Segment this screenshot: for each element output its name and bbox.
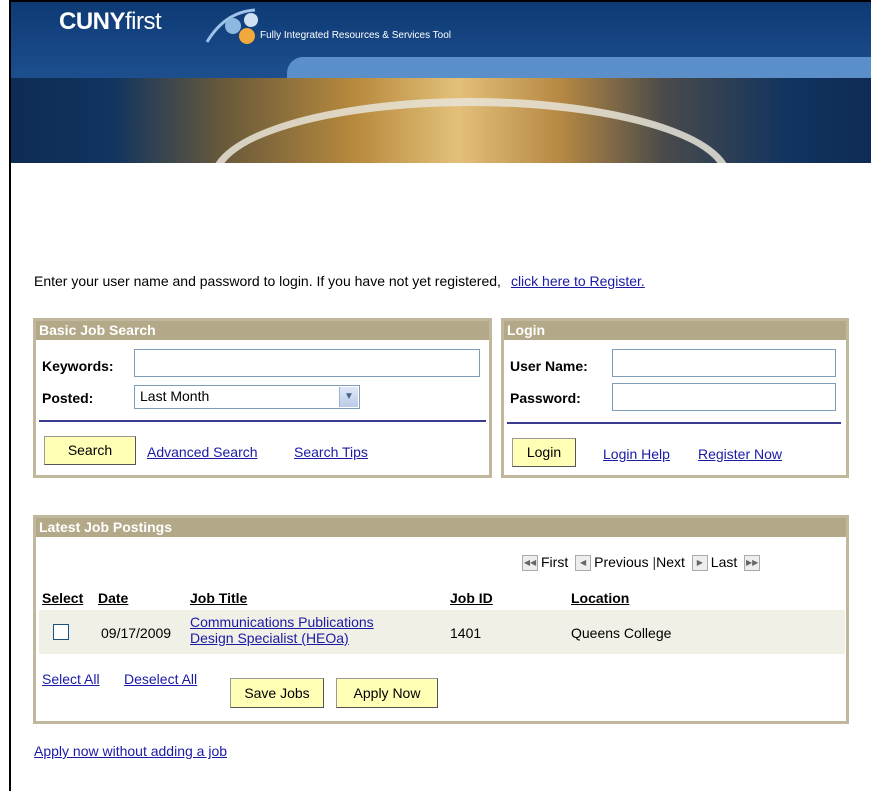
login-button[interactable]: Login <box>512 438 576 467</box>
job-title-line-2[interactable]: Design Specialist (HEOa) <box>190 630 349 646</box>
search-tips-link[interactable]: Search Tips <box>294 444 368 460</box>
posted-selected-value: Last Month <box>140 388 210 404</box>
job-postings-title: Latest Job Postings <box>36 518 846 537</box>
row-location: Queens College <box>571 625 672 641</box>
login-panel: Login User Name: Password: Login Login H… <box>501 318 849 478</box>
first-page-icon[interactable]: ◀◀ <box>522 555 538 572</box>
header-banner: CUNYfirst Fully Integrated Resources & S… <box>11 2 871 163</box>
last-page-icon[interactable]: ▶▶ <box>744 555 761 572</box>
tagline: Fully Integrated Resources & Services To… <box>260 30 452 41</box>
deselect-all-link[interactable]: Deselect All <box>124 671 197 687</box>
next-page-icon[interactable]: ▶ <box>691 555 708 572</box>
apply-now-button[interactable]: Apply Now <box>336 678 438 708</box>
column-location[interactable]: Location <box>571 590 629 606</box>
table-row: 09/17/2009 Communications Publications D… <box>39 610 845 654</box>
keywords-input[interactable] <box>134 349 480 377</box>
column-job-title[interactable]: Job Title <box>190 590 247 606</box>
job-search-title: Basic Job Search <box>36 321 489 340</box>
logo-orbs-icon <box>205 8 258 44</box>
username-input[interactable] <box>612 349 836 377</box>
first-link[interactable]: First <box>541 554 568 570</box>
cunyfirst-logo: CUNYfirst <box>59 8 162 35</box>
posted-label: Posted: <box>42 390 94 406</box>
job-postings-panel: Latest Job Postings ◀◀ First ◀ Previous |N… <box>33 515 849 724</box>
column-job-id[interactable]: Job ID <box>450 590 493 606</box>
search-button[interactable]: Search <box>44 436 136 465</box>
column-select[interactable]: Select <box>42 590 83 606</box>
chevron-down-icon[interactable]: ▼ <box>339 387 358 407</box>
intro-message: Enter your user name and password to log… <box>34 273 501 289</box>
job-title-line-1[interactable]: Communications Publications <box>190 614 374 630</box>
keywords-label: Keywords: <box>42 358 114 374</box>
row-select-checkbox[interactable] <box>53 624 69 640</box>
select-all-link[interactable]: Select All <box>42 671 100 687</box>
posted-select[interactable]: Last Month ▼ <box>134 385 360 409</box>
dome-arc <box>211 98 731 163</box>
job-search-panel: Basic Job Search Keywords: Posted: Last … <box>33 318 492 478</box>
job-title-link[interactable]: Communications Publications Design Speci… <box>190 614 374 646</box>
intro-text: Enter your user name and password to log… <box>34 273 645 289</box>
register-now-link[interactable]: Register Now <box>698 446 782 462</box>
apply-without-job-link[interactable]: Apply now without adding a job <box>34 743 227 759</box>
previous-link[interactable]: Previous <box>594 554 648 570</box>
divider <box>39 420 486 422</box>
banner-accent-bar <box>287 57 871 79</box>
login-help-link[interactable]: Login Help <box>603 446 670 462</box>
row-job-id: 1401 <box>450 625 482 641</box>
password-label: Password: <box>510 390 581 406</box>
save-jobs-button[interactable]: Save Jobs <box>230 678 324 708</box>
username-label: User Name: <box>510 358 588 374</box>
column-date[interactable]: Date <box>98 590 128 606</box>
register-link[interactable]: click here to Register. <box>511 273 645 289</box>
last-link[interactable]: Last <box>711 554 737 570</box>
advanced-search-link[interactable]: Advanced Search <box>147 444 258 460</box>
dome-banner-image <box>11 78 871 163</box>
previous-page-icon[interactable]: ◀ <box>575 555 592 572</box>
row-date: 09/17/2009 <box>101 625 172 641</box>
pagination: ◀◀ First ◀ Previous |Next ▶ Last ▶▶ <box>519 554 763 572</box>
next-link[interactable]: Next <box>656 554 685 570</box>
login-title: Login <box>504 321 846 340</box>
divider <box>507 422 841 424</box>
password-input[interactable] <box>612 383 836 411</box>
